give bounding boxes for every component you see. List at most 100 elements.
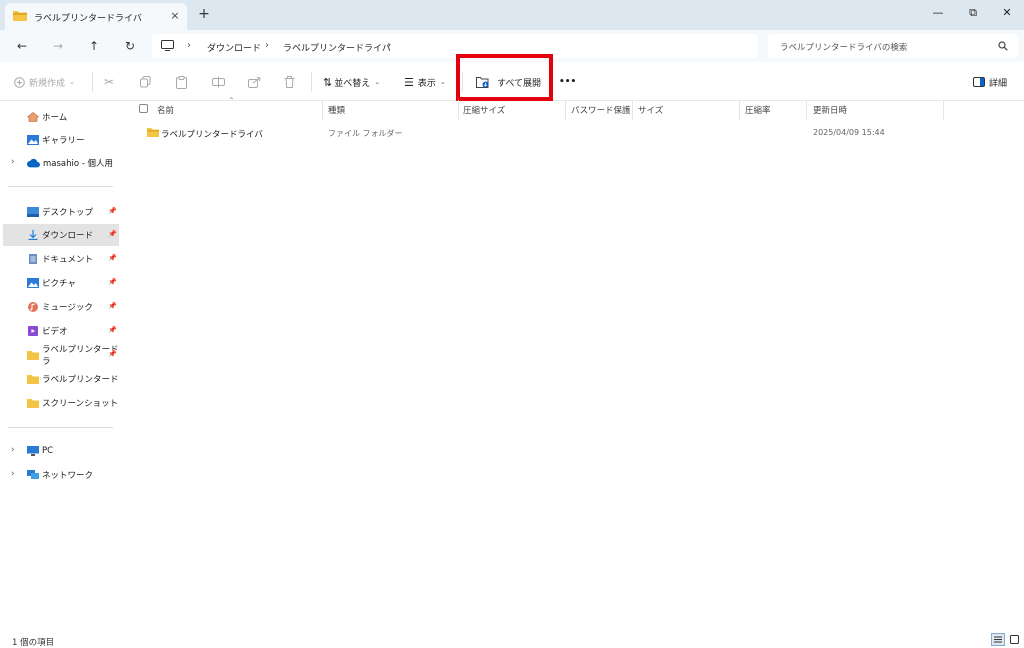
sidebar-item-folder[interactable]: ラベルプリンタードライバ	[3, 368, 119, 390]
network-icon	[27, 470, 39, 479]
sidebar-divider	[8, 186, 113, 187]
sidebar-item-videos[interactable]: ビデオ 📌	[3, 320, 119, 342]
address-bar[interactable]: › ダウンロード › ラベルプリンタードライバ ›	[152, 34, 758, 58]
column-divider[interactable]	[806, 100, 807, 120]
delete-button[interactable]	[284, 64, 295, 100]
details-view-button[interactable]	[991, 633, 1005, 646]
column-divider[interactable]	[739, 100, 740, 120]
rename-button[interactable]	[212, 64, 225, 100]
gallery-icon	[27, 135, 39, 145]
sidebar-item-label: ネットワーク	[42, 471, 94, 481]
column-divider[interactable]	[943, 100, 944, 120]
up-button[interactable]: ↑	[85, 38, 103, 54]
sidebar-divider	[8, 427, 113, 428]
sidebar-item-gallery[interactable]: ギャラリー	[3, 129, 119, 151]
paste-button[interactable]	[176, 64, 187, 100]
tab-close-button[interactable]: ×	[167, 8, 183, 24]
forward-button[interactable]: →	[49, 38, 67, 54]
sidebar-item-pc[interactable]: › PC	[3, 440, 119, 462]
status-item-count: 1 個の項目	[12, 638, 55, 648]
back-button[interactable]: ←	[13, 38, 31, 54]
breadcrumb-separator: ›	[187, 40, 191, 51]
copy-button[interactable]	[140, 64, 151, 100]
sort-button[interactable]: ⇅ 並べ替え ⌄	[323, 64, 380, 100]
breadcrumb-downloads[interactable]: ダウンロード	[207, 41, 261, 54]
rename-icon	[212, 76, 225, 88]
sidebar-item-label: masahio - 個人用	[43, 159, 114, 169]
details-pane-icon	[973, 77, 985, 87]
sidebar-item-screenshots[interactable]: スクリーンショット	[3, 392, 119, 414]
folder-icon	[147, 128, 159, 137]
share-button[interactable]	[248, 64, 261, 100]
pc-icon	[27, 446, 39, 456]
column-divider[interactable]	[458, 100, 459, 120]
tab-title: ラベルプリンタードライバ	[34, 14, 142, 24]
refresh-button[interactable]: ↻	[121, 38, 139, 54]
sidebar-item-network[interactable]: › ネットワーク	[3, 464, 119, 486]
sidebar-item-label: ホーム	[42, 113, 68, 123]
sidebar-item-desktop[interactable]: デスクトップ 📌	[3, 201, 119, 223]
sidebar-item-documents[interactable]: ドキュメント 📌	[3, 248, 119, 270]
tiles-view-button[interactable]	[1008, 633, 1021, 646]
monitor-icon	[161, 40, 174, 51]
sidebar-item-label: ダウンロード	[42, 231, 94, 241]
breadcrumb-label-printer-driver[interactable]: ラベルプリンタードライバ	[283, 41, 391, 54]
music-icon	[28, 302, 38, 312]
table-row[interactable]: ラベルプリンタードライバ ファイル フォルダー 2025/04/09 15:44	[136, 122, 944, 142]
highlight-box	[456, 54, 553, 101]
column-header-password[interactable]: パスワード保護	[571, 104, 631, 116]
sidebar-item-music[interactable]: ミュージック 📌	[3, 296, 119, 318]
search-box[interactable]: ラベルプリンタードライバの検索	[768, 34, 1018, 58]
sidebar-item-label: ギャラリー	[42, 136, 85, 146]
toolbar-divider	[92, 72, 93, 92]
sidebar-item-pictures[interactable]: ピクチャ 📌	[3, 272, 119, 294]
restore-button[interactable]: ⧉	[960, 4, 986, 22]
chevron-right-icon: ›	[11, 445, 15, 455]
minimize-button[interactable]: —	[925, 4, 951, 22]
column-divider[interactable]	[632, 100, 633, 120]
chevron-down-icon: ⌄	[69, 78, 75, 86]
file-name: ラベルプリンタードライバ	[161, 130, 263, 140]
more-icon: •••	[559, 77, 577, 87]
column-header-type[interactable]: 種類	[328, 104, 345, 116]
sidebar-item-label: ピクチャ	[42, 279, 76, 289]
column-divider[interactable]	[565, 100, 566, 120]
column-header-compressed-size[interactable]: 圧縮サイズ	[463, 104, 505, 116]
search-input[interactable]: ラベルプリンタードライバの検索	[780, 41, 907, 53]
clipboard-icon	[176, 75, 187, 89]
cut-button[interactable]: ✂	[104, 64, 114, 100]
tab-current[interactable]: ラベルプリンタードライバ ×	[5, 3, 187, 30]
view-button[interactable]: ☰ 表示 ⌄	[404, 64, 446, 100]
new-button[interactable]: 新規作成 ⌄	[14, 64, 75, 100]
trash-icon	[284, 76, 295, 88]
column-divider[interactable]	[322, 100, 323, 120]
sidebar-item-label: ミュージック	[42, 303, 93, 313]
sidebar-item-downloads[interactable]: ダウンロード 📌	[3, 224, 119, 246]
pin-icon: 📌	[108, 278, 117, 286]
select-all-checkbox[interactable]	[139, 104, 148, 113]
column-header-name[interactable]: 名前	[157, 104, 174, 116]
chevron-down-icon: ⌄	[374, 78, 381, 86]
more-options-button[interactable]: •••	[559, 64, 576, 100]
tiles-view-icon	[1010, 635, 1019, 644]
pin-icon: 📌	[108, 302, 117, 310]
sidebar-item-folder[interactable]: ラベルプリンタードラ 📌	[3, 344, 119, 367]
close-window-button[interactable]: ✕	[994, 4, 1020, 22]
details-pane-button[interactable]: 詳細	[973, 64, 1007, 100]
column-header-size[interactable]: サイズ	[638, 104, 663, 116]
folder-icon	[27, 375, 39, 384]
sidebar-item-onedrive[interactable]: › masahio - 個人用	[3, 152, 119, 174]
sidebar-item-label: デスクトップ	[42, 208, 94, 218]
column-header-ratio[interactable]: 圧縮率	[745, 104, 771, 116]
sidebar-item-home[interactable]: ホーム	[3, 106, 119, 128]
folder-icon	[27, 351, 39, 360]
toolbar-divider	[311, 72, 312, 92]
column-header-modified[interactable]: 更新日時	[813, 104, 847, 116]
pin-icon: 📌	[108, 207, 117, 215]
plus-circle-icon	[14, 76, 25, 88]
chevron-down-icon: ⌄	[439, 78, 446, 86]
pin-icon: 📌	[108, 326, 117, 334]
home-icon	[27, 112, 39, 122]
sidebar-item-label: ドキュメント	[42, 255, 94, 265]
new-tab-button[interactable]: +	[196, 6, 212, 22]
